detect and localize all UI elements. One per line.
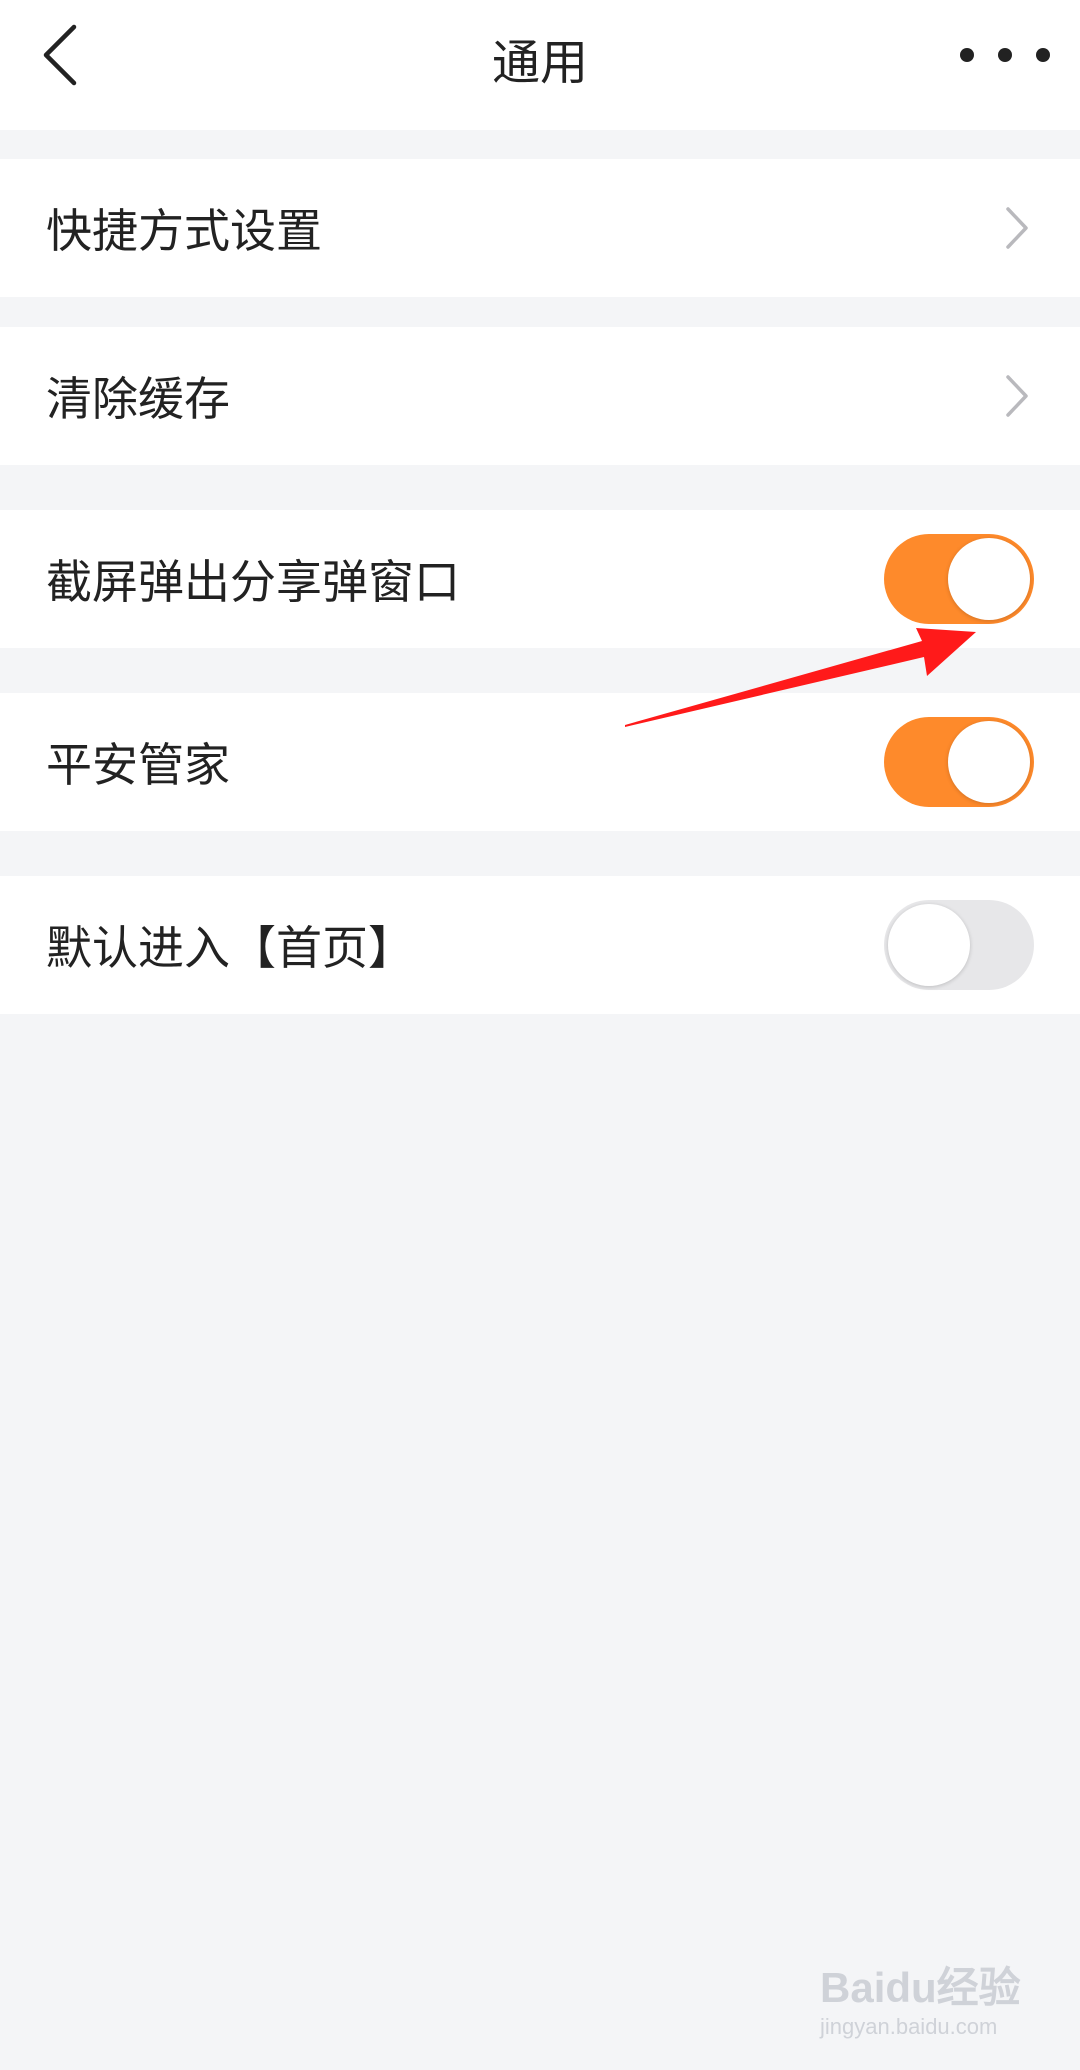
settings-row-label: 截屏弹出分享弹窗口	[46, 555, 460, 609]
settings-row-label: 快捷方式设置	[46, 204, 322, 258]
annotation-arrow-icon	[625, 628, 976, 727]
settings-row-label: 默认进入【首页】	[46, 921, 414, 975]
watermark-logo: Baidu经验	[820, 1964, 1021, 2011]
chevron-right-icon	[1006, 375, 1028, 417]
watermark-url: jingyan.baidu.com	[820, 2014, 998, 2039]
chevron-right-icon	[1006, 207, 1028, 249]
toggle-knob	[888, 904, 970, 986]
more-dot-icon	[1036, 48, 1050, 62]
more-dot-icon	[960, 48, 974, 62]
settings-row-default-homepage: 默认进入【首页】	[0, 876, 1080, 1014]
settings-row-label: 平安管家	[46, 738, 230, 792]
nav-bar: 通用	[0, 0, 1080, 130]
more-dot-icon	[998, 48, 1012, 62]
more-button[interactable]	[960, 30, 1050, 80]
toggle-knob	[948, 538, 1030, 620]
page-title: 通用	[491, 34, 588, 91]
settings-row-shortcut[interactable]: 快捷方式设置	[0, 159, 1080, 297]
watermark: Baidu经验 jingyan.baidu.com	[820, 1944, 1030, 2044]
settings-row-label: 清除缓存	[46, 372, 230, 426]
default-homepage-toggle[interactable]	[884, 900, 1034, 990]
settings-row-clear-cache[interactable]: 清除缓存	[0, 327, 1080, 465]
